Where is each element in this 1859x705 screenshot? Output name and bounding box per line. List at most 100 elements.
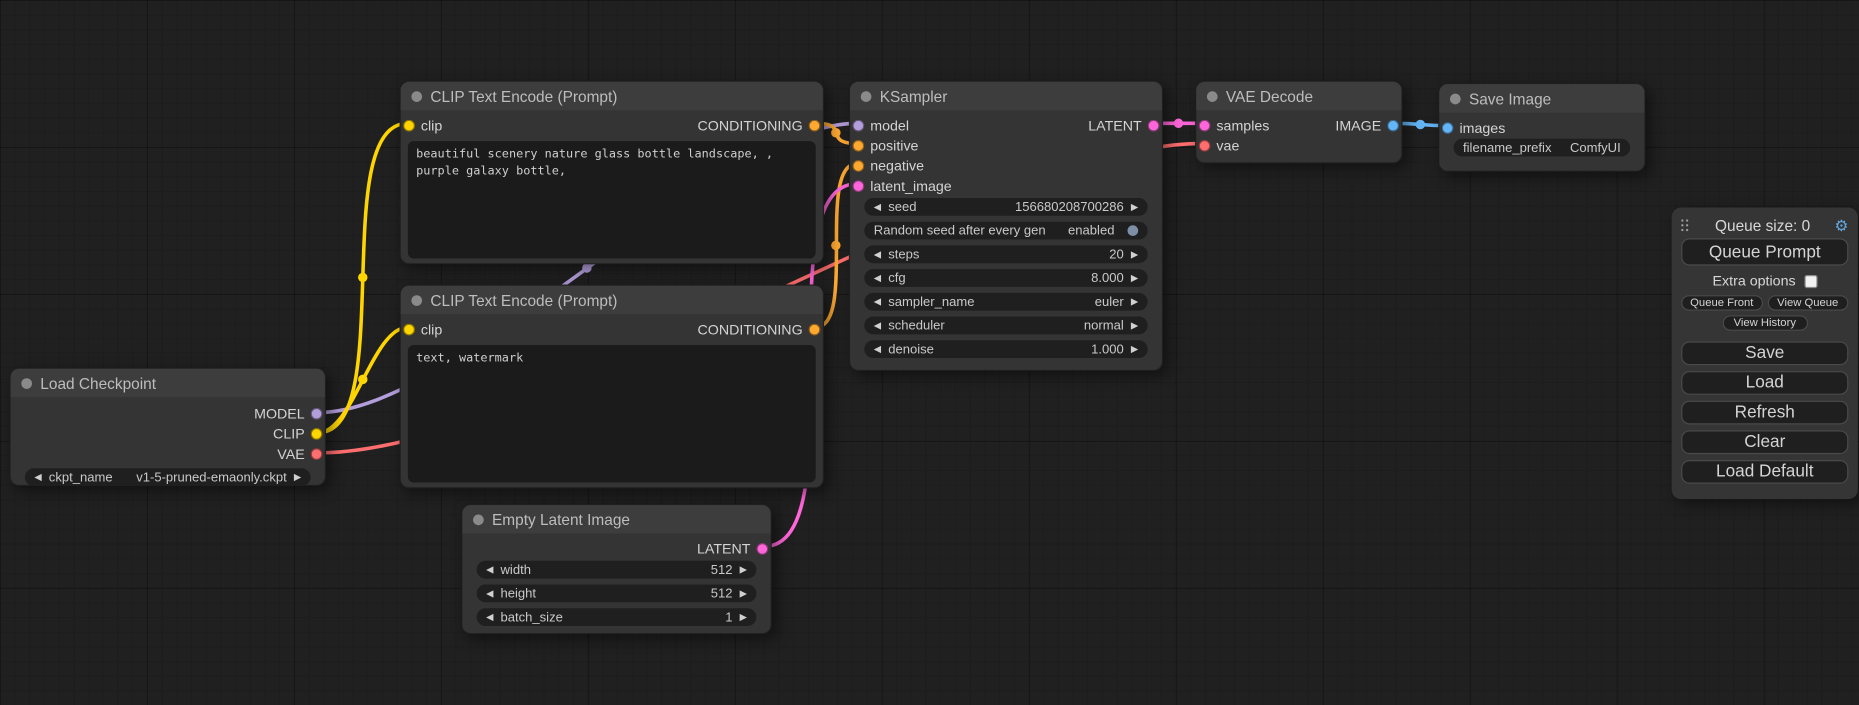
decrement-arrow-icon[interactable]: ◀: [874, 250, 881, 259]
widget-ckpt-name[interactable]: ◀ ckpt_name v1-5-pruned-emaonly.ckpt ▶: [25, 468, 311, 486]
latent-port-dot[interactable]: [852, 180, 864, 192]
output-port-latent[interactable]: LATENT: [462, 538, 770, 558]
latent-port-dot[interactable]: [1148, 119, 1160, 131]
increment-arrow-icon[interactable]: ▶: [740, 612, 747, 621]
input-port-clip[interactable]: clip CONDITIONING: [401, 319, 823, 339]
node-title-bar[interactable]: VAE Decode: [1196, 82, 1401, 110]
queue-menu-panel[interactable]: Queue size: 0 ⚙ Queue Prompt Extra optio…: [1672, 207, 1858, 499]
refresh-button[interactable]: Refresh: [1681, 401, 1848, 425]
widget-height[interactable]: ◀ height 512 ▶: [477, 585, 757, 603]
latent-port-dot[interactable]: [756, 542, 768, 554]
node-ksampler[interactable]: KSampler model positive negative latent_…: [849, 81, 1163, 371]
collapse-dot-icon[interactable]: [473, 514, 484, 525]
increment-arrow-icon[interactable]: ▶: [740, 589, 747, 598]
decrement-arrow-icon[interactable]: ◀: [874, 321, 881, 330]
node-title-bar[interactable]: CLIP Text Encode (Prompt): [401, 82, 823, 110]
load-default-button[interactable]: Load Default: [1681, 460, 1848, 484]
collapse-dot-icon[interactable]: [411, 91, 422, 102]
node-save-image[interactable]: Save Image images filename_prefix ComfyU…: [1438, 83, 1645, 172]
conditioning-port-dot[interactable]: [852, 139, 864, 151]
collapse-dot-icon[interactable]: [411, 295, 422, 306]
output-port-vae[interactable]: VAE: [11, 443, 325, 463]
input-port-images[interactable]: images: [1439, 117, 1644, 137]
queue-front-button[interactable]: Queue Front: [1681, 295, 1762, 310]
increment-arrow-icon[interactable]: ▶: [740, 565, 747, 574]
image-port-dot[interactable]: [1442, 122, 1454, 134]
widget-batch-size[interactable]: ◀ batch_size 1 ▶: [477, 608, 757, 626]
conditioning-port-dot[interactable]: [809, 323, 821, 335]
decrement-arrow-icon[interactable]: ◀: [486, 612, 493, 621]
increment-arrow-icon[interactable]: ▶: [1131, 202, 1138, 211]
view-queue-button[interactable]: View Queue: [1767, 295, 1848, 310]
random-seed-toggle[interactable]: [1128, 225, 1139, 236]
widget-cfg[interactable]: ◀ cfg 8.000 ▶: [864, 269, 1147, 287]
output-port-conditioning[interactable]: CONDITIONING: [669, 115, 823, 135]
view-history-button[interactable]: View History: [1722, 315, 1807, 330]
clear-button[interactable]: Clear: [1681, 430, 1848, 454]
model-port-dot[interactable]: [311, 407, 323, 419]
widget-random-seed[interactable]: Random seed after every gen enabled: [864, 222, 1147, 240]
clip-port-dot[interactable]: [403, 119, 415, 131]
drag-handle-icon[interactable]: [1681, 218, 1690, 232]
node-title-bar[interactable]: CLIP Text Encode (Prompt): [401, 286, 823, 314]
input-port-positive[interactable]: positive: [850, 135, 1162, 155]
node-clip-text-encode-negative[interactable]: CLIP Text Encode (Prompt) clip CONDITION…: [400, 285, 824, 489]
widget-scheduler[interactable]: ◀ scheduler normal ▶: [864, 317, 1147, 335]
decrement-arrow-icon[interactable]: ◀: [874, 297, 881, 306]
collapse-dot-icon[interactable]: [1450, 93, 1461, 104]
input-port-negative[interactable]: negative: [850, 155, 1162, 175]
increment-arrow-icon[interactable]: ▶: [1131, 250, 1138, 259]
image-port-dot[interactable]: [1387, 119, 1399, 131]
increment-arrow-icon[interactable]: ▶: [294, 472, 301, 481]
save-button[interactable]: Save: [1681, 341, 1848, 365]
input-port-clip[interactable]: clip CONDITIONING: [401, 115, 823, 135]
prompt-textarea[interactable]: text, watermark: [408, 345, 816, 483]
widget-width[interactable]: ◀ width 512 ▶: [477, 561, 757, 579]
node-clip-text-encode-positive[interactable]: CLIP Text Encode (Prompt) clip CONDITION…: [400, 81, 824, 265]
input-port-vae[interactable]: vae: [1196, 135, 1401, 155]
output-port-conditioning[interactable]: CONDITIONING: [669, 319, 823, 339]
input-port-latent-image[interactable]: latent_image: [850, 175, 1162, 195]
increment-arrow-icon[interactable]: ▶: [1131, 344, 1138, 353]
increment-arrow-icon[interactable]: ▶: [1131, 297, 1138, 306]
clip-port-dot[interactable]: [403, 323, 415, 335]
conditioning-port-dot[interactable]: [852, 159, 864, 171]
widget-steps[interactable]: ◀ steps 20 ▶: [864, 245, 1147, 263]
settings-gear-icon[interactable]: ⚙: [1835, 218, 1849, 233]
widget-seed[interactable]: ◀ seed 156680208700286 ▶: [864, 198, 1147, 216]
output-port-latent[interactable]: LATENT: [1008, 115, 1162, 135]
node-vae-decode[interactable]: VAE Decode samples vae IMAGE: [1195, 81, 1402, 164]
output-port-clip[interactable]: CLIP: [11, 423, 325, 443]
decrement-arrow-icon[interactable]: ◀: [34, 472, 41, 481]
decrement-arrow-icon[interactable]: ◀: [874, 344, 881, 353]
widget-filename-prefix[interactable]: filename_prefix ComfyUI: [1454, 139, 1631, 157]
vae-port-dot[interactable]: [311, 448, 323, 460]
conditioning-port-dot[interactable]: [809, 119, 821, 131]
output-port-image[interactable]: IMAGE: [1295, 115, 1402, 135]
extra-options-checkbox[interactable]: [1804, 274, 1817, 287]
queue-prompt-button[interactable]: Queue Prompt: [1681, 238, 1848, 265]
widget-denoise[interactable]: ◀ denoise 1.000 ▶: [864, 340, 1147, 358]
node-title-bar[interactable]: Load Checkpoint: [11, 369, 325, 397]
output-port-model[interactable]: MODEL: [11, 403, 325, 423]
increment-arrow-icon[interactable]: ▶: [1131, 273, 1138, 282]
prompt-textarea[interactable]: beautiful scenery nature glass bottle la…: [408, 141, 816, 258]
node-load-checkpoint[interactable]: Load Checkpoint MODEL CLIP VAE ◀ ckpt_na…: [9, 368, 326, 487]
collapse-dot-icon[interactable]: [861, 91, 872, 102]
decrement-arrow-icon[interactable]: ◀: [874, 202, 881, 211]
collapse-dot-icon[interactable]: [1207, 91, 1218, 102]
increment-arrow-icon[interactable]: ▶: [1131, 321, 1138, 330]
decrement-arrow-icon[interactable]: ◀: [486, 565, 493, 574]
latent-port-dot[interactable]: [1199, 119, 1211, 131]
vae-port-dot[interactable]: [1199, 139, 1211, 151]
decrement-arrow-icon[interactable]: ◀: [486, 589, 493, 598]
collapse-dot-icon[interactable]: [21, 378, 32, 389]
node-title-bar[interactable]: Save Image: [1439, 84, 1644, 112]
node-empty-latent-image[interactable]: Empty Latent Image LATENT ◀ width 512 ▶ …: [461, 504, 772, 634]
load-button[interactable]: Load: [1681, 371, 1848, 395]
node-canvas[interactable]: Load Checkpoint MODEL CLIP VAE ◀ ckpt_na…: [0, 0, 1859, 705]
node-title-bar[interactable]: KSampler: [850, 82, 1162, 110]
widget-sampler-name[interactable]: ◀ sampler_name euler ▶: [864, 293, 1147, 311]
decrement-arrow-icon[interactable]: ◀: [874, 273, 881, 282]
model-port-dot[interactable]: [852, 119, 864, 131]
